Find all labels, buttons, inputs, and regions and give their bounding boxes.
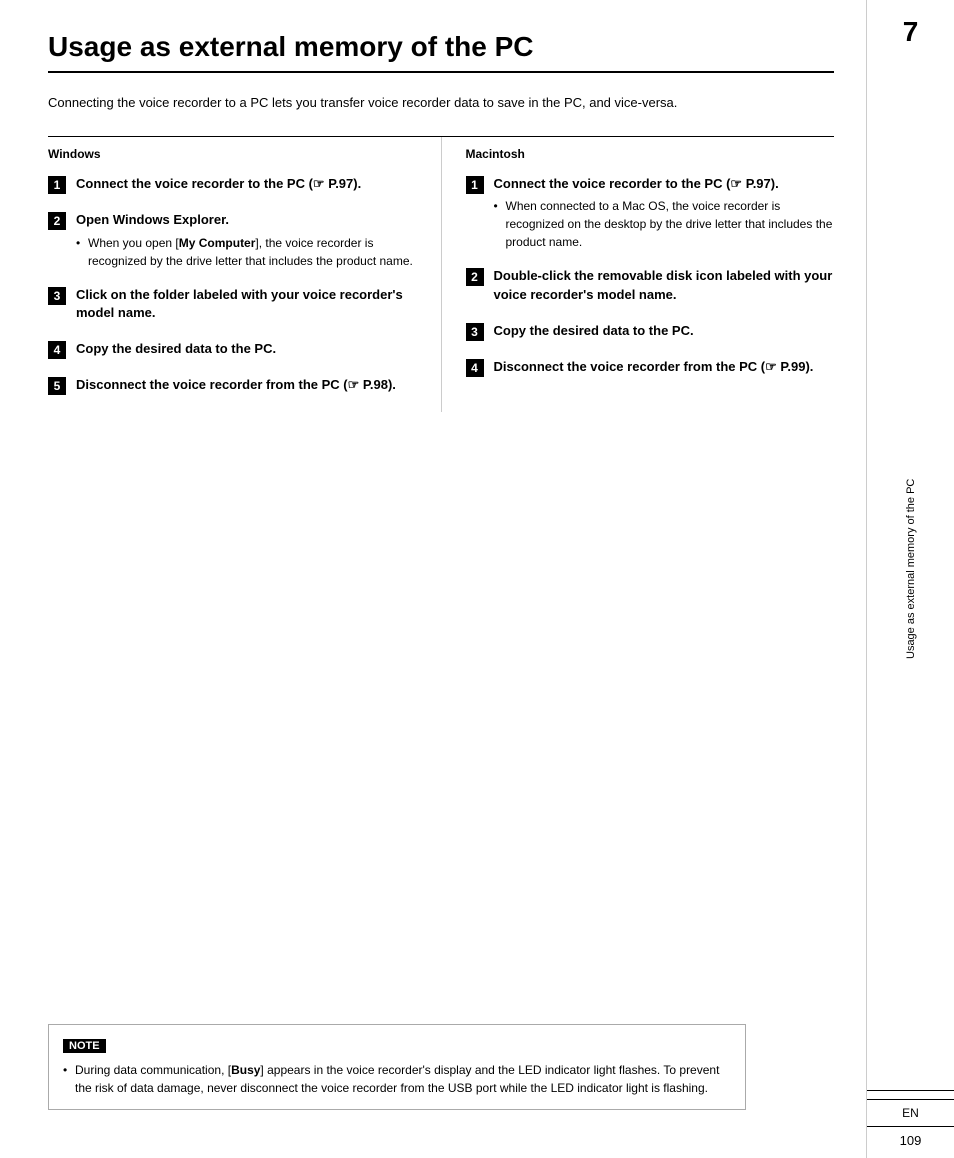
windows-step-3: 3 Click on the folder labeled with your …: [48, 286, 417, 326]
mac-step-4-content: Disconnect the voice recorder from the P…: [494, 358, 835, 380]
step-3-title: Click on the folder labeled with your vo…: [76, 286, 417, 322]
macintosh-column: Macintosh 1 Connect the voice recorder t…: [442, 137, 835, 412]
macintosh-header: Macintosh: [466, 147, 835, 161]
side-bottom: EN 109: [867, 1090, 954, 1158]
mac-step-2: 2 Double-click the removable disk icon l…: [466, 267, 835, 307]
mac-step-number-2: 2: [466, 268, 484, 286]
step-5-title: Disconnect the voice recorder from the P…: [76, 376, 417, 394]
mac-step-3-title: Copy the desired data to the PC.: [494, 322, 835, 340]
windows-step-2: 2 Open Windows Explorer. When you open […: [48, 211, 417, 271]
columns-wrapper: Windows 1 Connect the voice recorder to …: [48, 136, 834, 412]
step-number-5: 5: [48, 377, 66, 395]
mac-step-number-1: 1: [466, 176, 484, 194]
windows-step-1: 1 Connect the voice recorder to the PC (…: [48, 175, 417, 197]
lang-label: EN: [902, 1106, 919, 1120]
mac-step-2-content: Double-click the removable disk icon lab…: [494, 267, 835, 307]
note-label: NOTE: [63, 1039, 106, 1053]
mac-step-number-4: 4: [466, 359, 484, 377]
mac-step-2-title: Double-click the removable disk icon lab…: [494, 267, 835, 303]
step-5-content: Disconnect the voice recorder from the P…: [76, 376, 417, 398]
windows-column: Windows 1 Connect the voice recorder to …: [48, 137, 442, 412]
mac-step-4: 4 Disconnect the voice recorder from the…: [466, 358, 835, 380]
step-2-title: Open Windows Explorer.: [76, 211, 417, 229]
windows-step-4: 4 Copy the desired data to the PC.: [48, 340, 417, 362]
step-3-content: Click on the folder labeled with your vo…: [76, 286, 417, 326]
step-number-2: 2: [48, 212, 66, 230]
divider-line: [867, 1099, 954, 1100]
side-tab: 7 Usage as external memory of the PC EN …: [866, 0, 954, 1158]
note-box: NOTE During data communication, [Busy] a…: [48, 1024, 746, 1110]
chapter-number: 7: [903, 16, 919, 48]
step-number-3: 3: [48, 287, 66, 305]
step-4-content: Copy the desired data to the PC.: [76, 340, 417, 362]
step-number-1: 1: [48, 176, 66, 194]
step-1-content: Connect the voice recorder to the PC (☞ …: [76, 175, 417, 197]
note-text: During data communication, [Busy] appear…: [63, 1061, 731, 1097]
mac-step-1-title: Connect the voice recorder to the PC (☞ …: [494, 175, 835, 193]
side-tab-text: Usage as external memory of the PC: [905, 56, 917, 1082]
step-2-sub: When you open [My Computer], the voice r…: [76, 234, 417, 270]
step-2-content: Open Windows Explorer. When you open [My…: [76, 211, 417, 271]
mac-step-3-content: Copy the desired data to the PC.: [494, 322, 835, 344]
page-title: Usage as external memory of the PC: [48, 32, 834, 73]
windows-header: Windows: [48, 147, 417, 161]
mac-step-number-3: 3: [466, 323, 484, 341]
step-1-title: Connect the voice recorder to the PC (☞ …: [76, 175, 417, 193]
step-number-4: 4: [48, 341, 66, 359]
intro-text: Connecting the voice recorder to a PC le…: [48, 93, 834, 113]
mac-step-1-content: Connect the voice recorder to the PC (☞ …: [494, 175, 835, 253]
mac-step-1-sub: When connected to a Mac OS, the voice re…: [494, 197, 835, 251]
divider-line-2: [867, 1126, 954, 1127]
mac-step-1: 1 Connect the voice recorder to the PC (…: [466, 175, 835, 253]
mac-step-3: 3 Copy the desired data to the PC.: [466, 322, 835, 344]
page-number: 109: [900, 1133, 922, 1148]
step-4-title: Copy the desired data to the PC.: [76, 340, 417, 358]
windows-step-5: 5 Disconnect the voice recorder from the…: [48, 376, 417, 398]
mac-step-4-title: Disconnect the voice recorder from the P…: [494, 358, 835, 376]
